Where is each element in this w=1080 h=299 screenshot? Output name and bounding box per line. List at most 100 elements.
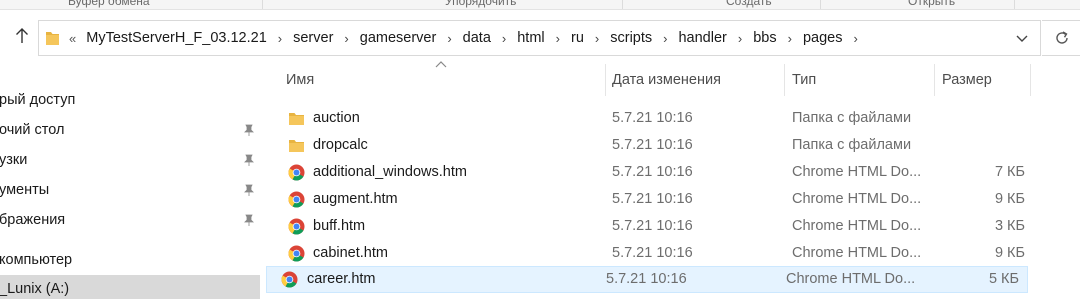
refresh-button[interactable] <box>1042 20 1080 56</box>
file-size: 5 КБ <box>988 271 1019 287</box>
folder-icon <box>289 140 304 152</box>
file-row-htm-selected[interactable]: career.htm 5.7.21 10:16 Chrome HTML Do..… <box>266 266 1028 293</box>
nav-item-label: бражения <box>0 212 66 228</box>
file-size: 7 КБ <box>994 164 1025 180</box>
file-row-htm[interactable]: additional_windows.htm 5.7.21 10:16 Chro… <box>279 159 1080 186</box>
chevron-right-icon[interactable]: › <box>447 31 451 46</box>
address-bar[interactable]: « MyTestServerH_F_03.12.21 › server › ga… <box>38 20 1041 56</box>
nav-item-label: узки <box>0 152 28 168</box>
chevron-right-icon[interactable]: › <box>278 31 282 46</box>
file-type: Папка с файлами <box>792 110 912 126</box>
chrome-icon <box>281 271 298 288</box>
breadcrumb-item[interactable]: ru <box>570 30 585 46</box>
breadcrumb-item[interactable]: bbs <box>752 30 777 46</box>
nav-item-label: ументы <box>0 182 50 198</box>
file-row-htm[interactable]: cabinet.htm 5.7.21 10:16 Chrome HTML Do.… <box>279 240 1080 267</box>
file-name: auction <box>313 110 360 126</box>
file-name: cabinet.htm <box>313 245 388 261</box>
arrow-up-icon <box>16 28 28 43</box>
nav-item-quick-access[interactable]: рый доступ <box>0 86 260 114</box>
column-header-size[interactable]: Размер <box>942 66 992 94</box>
file-size: 9 КБ <box>994 245 1025 261</box>
pin-icon[interactable] <box>243 124 255 136</box>
ribbon-divider <box>820 0 821 9</box>
pin-icon[interactable] <box>243 214 255 226</box>
column-divider[interactable] <box>934 64 935 96</box>
file-type: Chrome HTML Do... <box>786 271 916 287</box>
ribbon-divider <box>1014 0 1015 9</box>
chevron-right-icon[interactable]: › <box>853 31 857 46</box>
nav-item-desktop[interactable]: очий стол <box>0 116 260 144</box>
nav-item-downloads[interactable]: узки <box>0 146 260 174</box>
breadcrumb-item[interactable]: handler <box>677 30 727 46</box>
file-name: augment.htm <box>313 191 398 207</box>
pin-icon[interactable] <box>243 184 255 196</box>
ribbon-group-clipboard: Буфер обмена <box>68 0 150 8</box>
folder-icon <box>46 32 59 45</box>
breadcrumb-overflow[interactable]: « <box>69 31 76 46</box>
chevron-right-icon[interactable]: › <box>738 31 742 46</box>
navigation-pane: рый доступ очий стол узки ументы бражени… <box>0 56 260 299</box>
column-divider[interactable] <box>784 64 785 96</box>
breadcrumb-item[interactable]: server <box>292 30 334 46</box>
chevron-right-icon[interactable]: › <box>788 31 792 46</box>
column-divider[interactable] <box>1030 64 1031 96</box>
breadcrumb-item[interactable]: scripts <box>609 30 653 46</box>
column-header-type[interactable]: Тип <box>792 66 816 94</box>
file-row-folder[interactable]: auction 5.7.21 10:16 Папка с файлами <box>279 105 1080 132</box>
breadcrumb-item-current[interactable]: pages <box>802 30 844 46</box>
nav-item-pictures[interactable]: бражения <box>0 206 260 234</box>
column-header-date[interactable]: Дата изменения <box>612 66 721 94</box>
column-divider[interactable] <box>605 64 606 96</box>
nav-item-label: компьютер <box>0 252 73 268</box>
nav-item-this-pc[interactable]: компьютер <box>0 246 260 274</box>
breadcrumb: « MyTestServerH_F_03.12.21 › server › ga… <box>69 21 868 55</box>
nav-item-label: очий стол <box>0 122 65 138</box>
file-name: career.htm <box>307 271 376 287</box>
pin-icon[interactable] <box>243 154 255 166</box>
file-type: Chrome HTML Do... <box>792 191 922 207</box>
ribbon-group-organize: Упорядочить <box>445 0 517 8</box>
chevron-right-icon[interactable]: › <box>663 31 667 46</box>
up-button[interactable] <box>10 27 34 51</box>
chevron-right-icon[interactable]: › <box>595 31 599 46</box>
chrome-icon <box>288 164 305 181</box>
file-date: 5.7.21 10:16 <box>612 137 693 153</box>
file-type: Chrome HTML Do... <box>792 218 922 234</box>
file-row-htm[interactable]: buff.htm 5.7.21 10:16 Chrome HTML Do... … <box>279 213 1080 240</box>
ribbon-group-open: Открыть <box>908 0 956 8</box>
breadcrumb-item[interactable]: html <box>516 30 545 46</box>
file-name: additional_windows.htm <box>313 164 467 180</box>
chrome-icon <box>288 245 305 262</box>
nav-item-documents[interactable]: ументы <box>0 176 260 204</box>
file-size: 9 КБ <box>994 191 1025 207</box>
chevron-right-icon[interactable]: › <box>502 31 506 46</box>
file-type: Chrome HTML Do... <box>792 245 922 261</box>
ribbon-divider <box>622 0 623 9</box>
file-date: 5.7.21 10:16 <box>612 191 693 207</box>
ribbon-divider <box>262 0 263 9</box>
refresh-icon <box>1056 31 1068 44</box>
file-row-htm[interactable]: augment.htm 5.7.21 10:16 Chrome HTML Do.… <box>279 186 1080 213</box>
file-name: dropcalc <box>313 137 368 153</box>
column-header-name[interactable]: Имя <box>286 66 314 94</box>
ribbon-group-labels: Буфер обмена Упорядочить Создать Открыть <box>0 0 1080 10</box>
ribbon-group-new: Создать <box>726 0 772 8</box>
file-date: 5.7.21 10:16 <box>612 110 693 126</box>
file-type: Папка с файлами <box>792 137 912 153</box>
file-date: 5.7.21 10:16 <box>612 245 693 261</box>
breadcrumb-item[interactable]: MyTestServerH_F_03.12.21 <box>85 30 268 46</box>
chevron-right-icon[interactable]: › <box>344 31 348 46</box>
file-row-folder[interactable]: dropcalc 5.7.21 10:16 Папка с файлами <box>279 132 1080 159</box>
breadcrumb-item[interactable]: data <box>462 30 492 46</box>
chevron-down-icon[interactable] <box>1014 30 1030 46</box>
chrome-icon <box>288 218 305 235</box>
file-name: buff.htm <box>313 218 366 234</box>
file-date: 5.7.21 10:16 <box>606 271 687 287</box>
breadcrumb-item[interactable]: gameserver <box>359 30 438 46</box>
file-list: Имя Дата изменения Тип Размер auction 5.… <box>266 56 1080 299</box>
chevron-right-icon[interactable]: › <box>556 31 560 46</box>
nav-item-label: _Lunix (A:) <box>0 281 70 297</box>
chrome-icon <box>288 191 305 208</box>
nav-item-drive-a[interactable]: _Lunix (A:) <box>0 275 260 299</box>
